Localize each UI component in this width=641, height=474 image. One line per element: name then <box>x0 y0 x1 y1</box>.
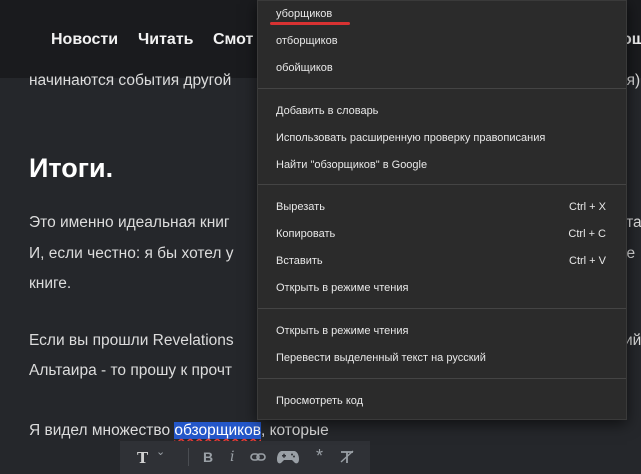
link-icon[interactable] <box>250 450 266 467</box>
toolbar-divider <box>188 448 189 466</box>
italic-button[interactable]: i <box>230 449 234 465</box>
suggestion-2[interactable]: отборщиков <box>276 35 338 47</box>
translate-selection[interactable]: Перевести выделенный текст на русский <box>276 352 486 364</box>
suggestion-3[interactable]: обойщиков <box>276 62 333 74</box>
add-to-dictionary[interactable]: Добавить в словарь <box>276 105 378 117</box>
open-reading-mode-1[interactable]: Открыть в режиме чтения <box>276 282 408 294</box>
selected-word[interactable]: обзорщиков <box>174 422 261 439</box>
article-para-5: Альтаира - то прошу к прочт <box>29 362 232 379</box>
formatting-toolbar: T ⌄ B i * <box>120 441 370 474</box>
article-line-top: начинаются события другой <box>29 72 232 89</box>
para-6-before: Я видел множество <box>29 422 175 439</box>
paste-item[interactable]: Вставить <box>276 255 323 267</box>
clear-format-icon[interactable] <box>339 450 355 467</box>
chevron-down-icon[interactable]: ⌄ <box>156 445 165 458</box>
gamepad-icon[interactable] <box>277 449 299 468</box>
article-para-2: И, если честно: я бы хотел у <box>29 245 234 262</box>
article-para-4: Если вы прошли Revelations <box>29 332 234 349</box>
context-menu: уборщиков отборщиков обойщиков Добавить … <box>257 0 627 420</box>
copy-shortcut: Ctrl + C <box>568 228 606 240</box>
paste-shortcut: Ctrl + V <box>569 255 606 267</box>
cut-item[interactable]: Вырезать <box>276 201 325 213</box>
article-para-1: Это именно идеальная книг <box>29 214 230 231</box>
menu-divider <box>258 308 626 309</box>
text-style-button[interactable]: T <box>137 449 148 467</box>
section-heading: Итоги. <box>29 153 114 183</box>
cut-shortcut: Ctrl + X <box>569 201 606 213</box>
menu-divider <box>258 378 626 379</box>
spellcheck-underline <box>270 22 350 25</box>
nav-read[interactable]: Читать <box>138 31 193 49</box>
nav-news[interactable]: Новости <box>51 31 118 49</box>
inspect-item[interactable]: Просмотреть код <box>276 395 363 407</box>
spoiler-button[interactable]: * <box>316 446 323 467</box>
article-para-3: книге. <box>29 275 72 292</box>
bold-button[interactable]: B <box>203 449 213 465</box>
suggestion-1[interactable]: уборщиков <box>276 8 332 20</box>
para-6-after: , которые <box>260 422 329 439</box>
enhanced-spellcheck[interactable]: Использовать расширенную проверку правоп… <box>276 132 545 144</box>
search-google[interactable]: Найти "обзорщиков" в Google <box>276 159 427 171</box>
article-para-6[interactable]: Я видел множество обзорщиков, которые <box>29 422 329 440</box>
nav-watch[interactable]: Смот <box>213 31 253 49</box>
copy-item[interactable]: Копировать <box>276 228 335 240</box>
menu-divider <box>258 88 626 89</box>
open-reading-mode-2[interactable]: Открыть в режиме чтения <box>276 325 408 337</box>
menu-divider <box>258 184 626 185</box>
